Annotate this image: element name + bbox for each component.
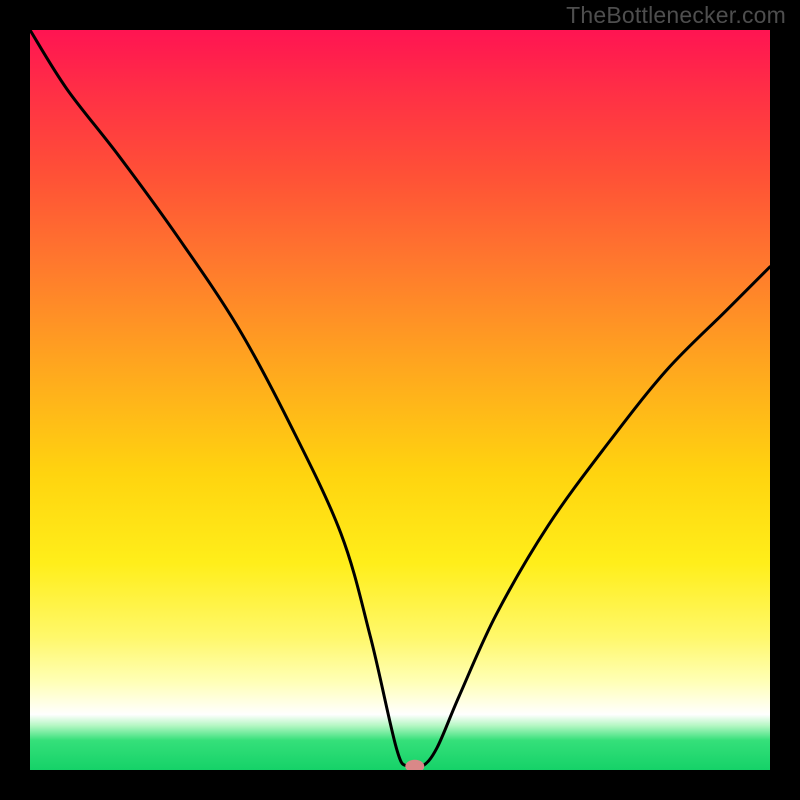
optimum-marker bbox=[406, 760, 424, 770]
chart-frame: TheBottlenecker.com bbox=[0, 0, 800, 800]
curve-layer bbox=[30, 30, 770, 770]
plot-area bbox=[30, 30, 770, 770]
bottleneck-curve bbox=[30, 30, 770, 769]
watermark-text: TheBottlenecker.com bbox=[566, 2, 786, 29]
